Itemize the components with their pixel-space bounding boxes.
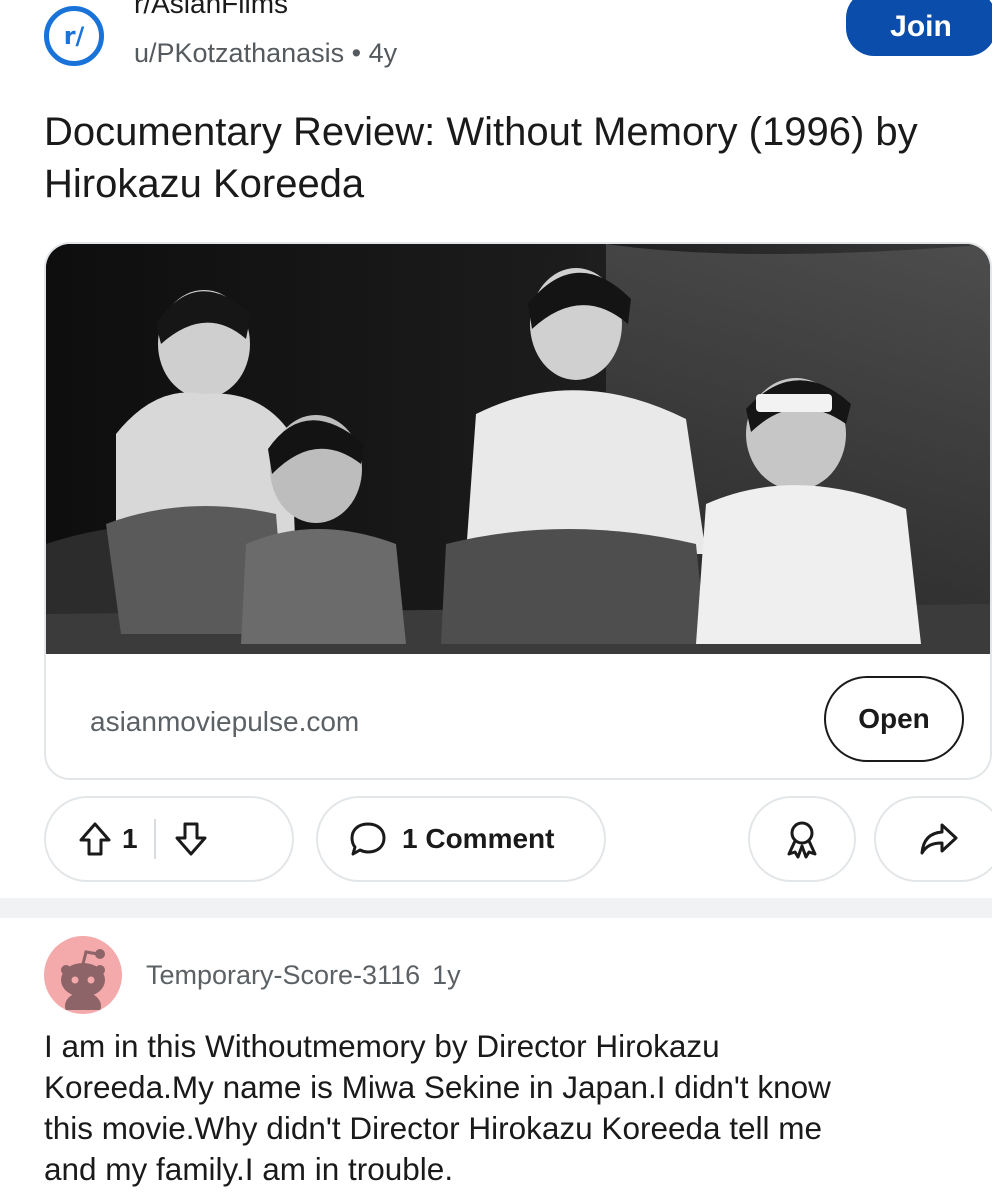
upvote-icon[interactable] bbox=[78, 821, 112, 857]
link-domain[interactable]: asianmoviepulse.com bbox=[90, 706, 359, 738]
post-title[interactable]: Documentary Review: Without Memory (1996… bbox=[44, 106, 964, 210]
share-button[interactable] bbox=[874, 796, 992, 882]
post-author[interactable]: u/PKotzathanasis bbox=[134, 38, 344, 68]
award-icon bbox=[782, 818, 822, 860]
commenter-avatar[interactable] bbox=[44, 936, 122, 1014]
snoo-avatar-icon bbox=[61, 949, 105, 1010]
meta-separator: • bbox=[351, 38, 362, 68]
post-action-bar: 1 1 Comment bbox=[44, 796, 992, 882]
comment-meta: Temporary-Score-3116 1y bbox=[146, 960, 461, 991]
downvote-icon[interactable] bbox=[174, 821, 208, 857]
subreddit-name[interactable]: r/AsianFilms bbox=[134, 0, 288, 20]
comment-icon bbox=[348, 819, 388, 859]
comments-button[interactable]: 1 Comment bbox=[316, 796, 606, 882]
comment-body: I am in this Withoutmemory by Director H… bbox=[44, 1028, 831, 1187]
subreddit-icon[interactable]: r/ bbox=[44, 6, 104, 66]
section-divider bbox=[0, 898, 992, 918]
vote-count: 1 bbox=[122, 823, 138, 854]
join-button[interactable]: Join bbox=[846, 0, 992, 56]
post-header: r/ r/AsianFilms u/PKotzathanasis • 4y Jo… bbox=[0, 0, 992, 90]
award-button[interactable] bbox=[748, 796, 856, 882]
post-meta: u/PKotzathanasis • 4y bbox=[134, 38, 397, 69]
post-age: 4y bbox=[368, 38, 398, 68]
vote-control: 1 bbox=[44, 796, 294, 882]
open-link-button[interactable]: Open bbox=[824, 676, 964, 762]
preview-image[interactable] bbox=[46, 244, 992, 654]
share-icon bbox=[918, 821, 960, 857]
comment-count-label: 1 Comment bbox=[402, 823, 555, 854]
subreddit-icon-text: r/ bbox=[63, 22, 85, 50]
comment-author[interactable]: Temporary-Score-3116 bbox=[146, 960, 420, 990]
link-preview-card[interactable]: asianmoviepulse.com Open bbox=[44, 242, 992, 780]
vote-separator bbox=[153, 819, 156, 859]
comment-age: 1y bbox=[432, 960, 461, 990]
